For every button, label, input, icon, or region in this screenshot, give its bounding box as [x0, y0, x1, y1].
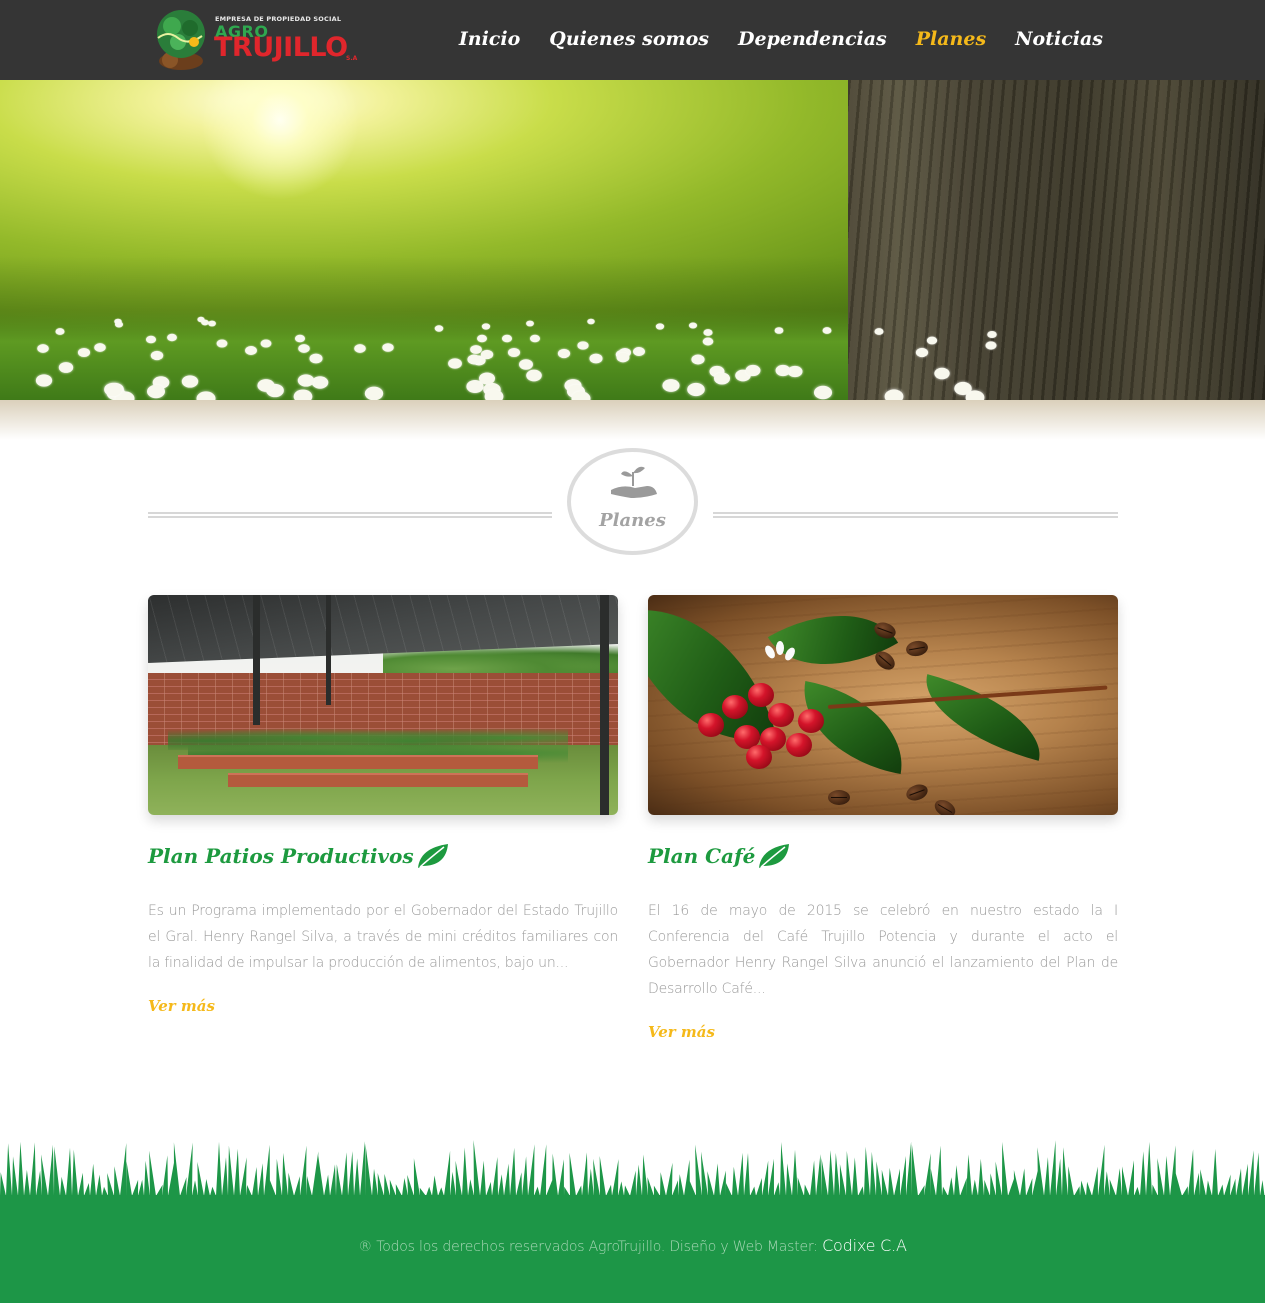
- plan-card: Plan Café El 16 de mayo de 2015 se celeb…: [648, 595, 1118, 1041]
- nursery-greenhouse-photo[interactable]: [148, 595, 618, 815]
- leaf-icon: [417, 844, 448, 868]
- footer-brand-link[interactable]: Codixe C.A: [822, 1236, 907, 1255]
- card-description: El 16 de mayo de 2015 se celebró en nues…: [648, 903, 1118, 997]
- card-description: Es un Programa implementado por el Gober…: [148, 903, 618, 971]
- agrotrujillo-logo[interactable]: EMPRESA DE PROPIEDAD SOCIAL AGRO TRUJILL…: [148, 8, 360, 72]
- main-nav: Inicio Quienes somos Dependencias Planes…: [430, 28, 1103, 50]
- nav-quienes-somos[interactable]: Quienes somos: [549, 28, 709, 50]
- ver-mas-link[interactable]: Ver más: [148, 997, 215, 1015]
- logo-trujillo: TRUJILLO: [214, 32, 348, 63]
- footer-copyright: ® Todos los derechos reservados AgroTruj…: [358, 1236, 907, 1255]
- coffee-cherries-photo[interactable]: [648, 595, 1118, 815]
- tree-globe-icon: [157, 10, 205, 70]
- site-header: EMPRESA DE PROPIEDAD SOCIAL AGRO TRUJILL…: [0, 0, 1265, 80]
- nav-inicio[interactable]: Inicio: [459, 28, 520, 50]
- logo-suffix: S.A: [346, 55, 358, 62]
- leaf-icon: [759, 844, 790, 868]
- nav-noticias[interactable]: Noticias: [1015, 28, 1103, 50]
- section-divider-left: [148, 512, 552, 518]
- section-badge: Planes: [567, 448, 698, 555]
- tree-trunk: [848, 80, 1265, 400]
- hand-sprout-icon: [611, 466, 657, 498]
- grass-border: [0, 1140, 1265, 1200]
- site-footer: ® Todos los derechos reservados AgroTruj…: [0, 1140, 1265, 1303]
- nav-dependencias[interactable]: Dependencias: [738, 28, 887, 50]
- section-divider-right: [713, 512, 1118, 518]
- hero-banner-image: [0, 80, 1265, 400]
- ver-mas-link[interactable]: Ver más: [648, 1023, 715, 1041]
- card-title[interactable]: Plan Patios Productivos: [148, 842, 450, 870]
- nav-planes[interactable]: Planes: [916, 28, 986, 50]
- section-title: Planes: [599, 510, 666, 531]
- card-title[interactable]: Plan Café: [648, 842, 791, 870]
- plan-card: Plan Patios Productivos Es un Programa i…: [148, 595, 618, 1015]
